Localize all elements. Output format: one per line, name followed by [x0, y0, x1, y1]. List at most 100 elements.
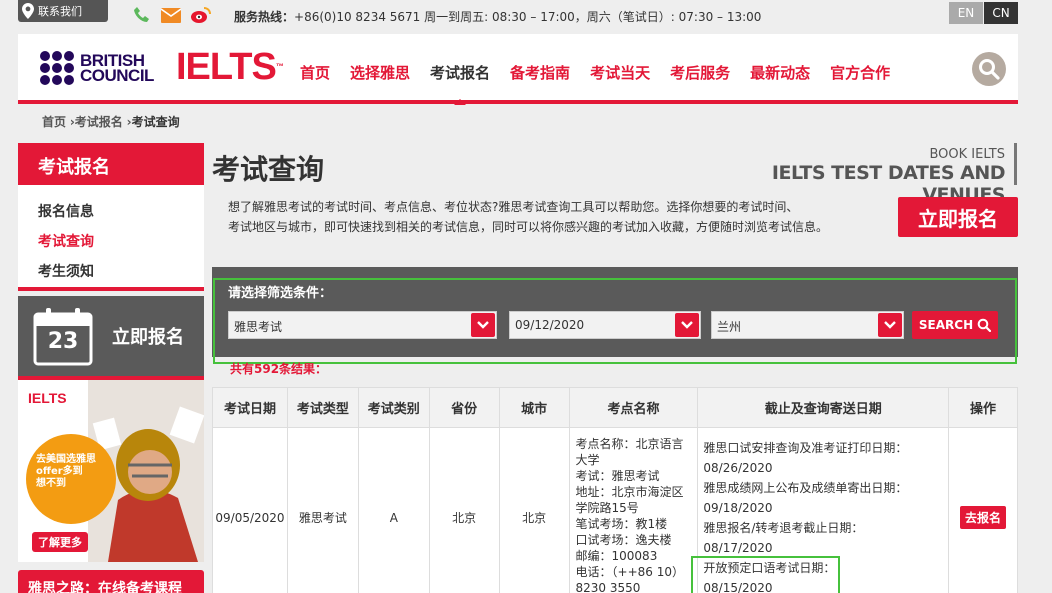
bc-logo-line2: COUNCIL: [80, 66, 154, 85]
ielts-logo[interactable]: IELTS™: [176, 46, 284, 88]
column-header: 截止及查询寄送日期: [697, 387, 950, 428]
deadline-label: 雅思口试安排查询及准考证打印日期：: [703, 441, 908, 455]
breadcrumb: 首页 ›考试报名 ›考试查询: [42, 113, 180, 130]
cell-action: 去报名: [948, 427, 1018, 593]
intro-line: 考试地区与城市，即可快速找到相关的考试信息，同时可以将你感兴趣的考试加入收藏，方…: [228, 220, 829, 234]
service-hotline: 服务热线：+86(0)10 8234 5671 周一到周五: 08:30 – 1…: [234, 8, 761, 25]
breadcrumb-registration[interactable]: 考试报名: [75, 115, 123, 129]
venue-line: 邮编：100083: [575, 549, 658, 563]
cell-city: 北京: [498, 427, 570, 593]
column-header: 省份: [428, 387, 500, 428]
hotline-text: +86(0)10 8234 5671 周一到周五: 08:30 – 17:00，…: [294, 10, 762, 24]
table-row: 09/05/2020 雅思考试 A 北京 北京 考点名称：北京语言大学 考试：雅…: [212, 427, 1018, 593]
test-date-select[interactable]: 09/12/2020: [509, 311, 701, 339]
search-button[interactable]: SEARCH: [912, 311, 998, 339]
mail-icon[interactable]: [160, 6, 182, 24]
breadcrumb-current: 考试查询: [131, 115, 180, 129]
cell-test-date: 09/05/2020: [212, 427, 288, 593]
cell-province: 北京: [428, 427, 500, 593]
nav-item-partners[interactable]: 官方合作: [830, 62, 890, 83]
intro-line: 想了解雅思考试的考试时间、考点信息、考位状态?雅思考试查询工具可以帮助您。选择你…: [228, 200, 799, 214]
nav-item-home[interactable]: 首页: [300, 62, 330, 83]
ad-slogan-line3: 想不到: [36, 478, 66, 489]
breadcrumb-home[interactable]: 首页: [42, 115, 66, 129]
nav-item-test-day[interactable]: 考试当天: [590, 62, 650, 83]
online-course-banner[interactable]: 雅思之路：在线备考课程: [18, 570, 204, 593]
ad-slogan-line2: offer多到: [36, 466, 83, 477]
sidebar-register-banner[interactable]: 23 立即报名: [18, 296, 204, 380]
intro-text: 想了解雅思考试的考试时间、考点信息、考位状态?雅思考试查询工具可以帮助您。选择你…: [228, 197, 868, 237]
sidebar-item-test-search[interactable]: 考试查询: [18, 233, 204, 263]
deadline-label: 雅思报名/转考退考截止日期：: [703, 521, 864, 535]
nav-item-choose-ielts[interactable]: 选择雅思: [350, 62, 410, 83]
nav-item-registration[interactable]: 考试报名: [430, 62, 490, 105]
highlight-frame: [691, 556, 840, 593]
language-cn-button[interactable]: CN: [984, 2, 1018, 24]
page-title: 考试查询: [212, 153, 325, 186]
top-bar: 联系我们 服务热线：+86(0)10 8234 5671 周一到周五: 08:3…: [0, 0, 1052, 32]
location-pin-icon: [18, 3, 38, 19]
ielts-logo-text: IELTS: [176, 46, 277, 88]
venue-line: 口试考场：逸夫楼: [575, 533, 672, 547]
site-header: BRITISH COUNCIL IELTS™ 首页 选择雅思 考试报名 备考指南…: [18, 34, 1018, 105]
city-select[interactable]: 兰州: [711, 311, 904, 339]
ielts-logo-tm: ™: [275, 62, 284, 71]
language-en-button[interactable]: EN: [949, 2, 983, 24]
weibo-icon[interactable]: [190, 6, 212, 24]
british-council-logo[interactable]: BRITISH COUNCIL: [40, 51, 154, 85]
nav-item-news[interactable]: 最新动态: [750, 62, 810, 83]
sidebar-menu: 报名信息 考试查询 考生须知: [18, 185, 204, 291]
ad-slogan-line1: 去美国选雅思: [36, 454, 96, 465]
calendar-day: 23: [47, 328, 79, 354]
column-header: 考点名称: [568, 387, 699, 428]
book-ielts-subtitle: BOOK IELTS: [929, 147, 1005, 162]
main-nav: 首页 选择雅思 考试报名 备考指南 考试当天 考后服务 最新动态 官方合作: [300, 62, 910, 105]
site-search-button[interactable]: [972, 52, 1006, 86]
nav-item-after-test[interactable]: 考后服务: [670, 62, 730, 83]
chevron-down-icon: [675, 313, 699, 337]
nav-item-prep-guide[interactable]: 备考指南: [510, 62, 570, 83]
sidebar-item-candidate-notice[interactable]: 考生须知: [18, 263, 204, 293]
chevron-down-icon: [471, 313, 495, 337]
promo-ad-banner[interactable]: IELTS 去美国选雅思 offer多到 想不到 了解更多: [18, 380, 204, 562]
column-header: 城市: [498, 387, 570, 428]
exam-type-select[interactable]: 雅思考试: [228, 311, 497, 339]
column-header: 考试类型: [286, 387, 359, 428]
deadline-label: 雅思成绩网上公布及成绩单寄出日期：: [703, 481, 908, 495]
ad-learn-more-button[interactable]: 了解更多: [32, 532, 88, 552]
phone-icon[interactable]: [131, 6, 153, 24]
results-table: 考试日期 考试类型 考试类别 省份 城市 考点名称 截止及查询寄送日期 操作 0…: [212, 387, 1018, 593]
contact-us-label: 联系我们: [38, 5, 82, 18]
sidebar-item-registration-info[interactable]: 报名信息: [18, 203, 204, 233]
column-header: 考试日期: [212, 387, 288, 428]
filter-label: 请选择筛选条件：: [228, 286, 333, 301]
venue-line: 考点名称：北京语言大学: [575, 437, 684, 467]
ad-slogan-circle: 去美国选雅思 offer多到 想不到: [26, 434, 116, 524]
test-date-value: 09/12/2020: [515, 318, 585, 332]
result-count: 共有592条结果：: [230, 362, 328, 376]
contact-us-button[interactable]: 联系我们: [18, 0, 108, 22]
hotline-label: 服务热线：: [234, 10, 295, 24]
sidebar-register-label: 立即报名: [112, 327, 184, 348]
venue-line: 地址：北京市海淀区学院路15号: [575, 485, 684, 515]
sidebar-title: 考试报名: [18, 143, 204, 185]
deadline-date: 08/17/2020: [703, 541, 773, 555]
city-value: 兰州: [717, 320, 742, 334]
ad-ielts-logo: IELTS: [28, 390, 67, 406]
column-header: 操作: [948, 387, 1018, 428]
search-button-label: SEARCH: [918, 318, 974, 332]
search-icon: [977, 318, 992, 332]
exam-type-value: 雅思考试: [234, 320, 283, 334]
cell-venue: 考点名称：北京语言大学 考试：雅思考试 地址：北京市海淀区学院路15号 笔试考场…: [568, 427, 699, 593]
register-now-button[interactable]: 立即报名: [898, 197, 1018, 237]
deadline-date: 09/18/2020: [703, 501, 773, 515]
apply-button[interactable]: 去报名: [960, 506, 1007, 529]
chevron-down-icon: [878, 313, 902, 337]
heading-accent-bar: [1014, 143, 1017, 185]
venue-line: 笔试考场：教1楼: [575, 517, 668, 531]
deadline-date: 08/26/2020: [703, 461, 773, 475]
cell-test-type: 雅思考试: [286, 427, 359, 593]
cell-test-category: A: [357, 427, 430, 593]
british-council-dots-icon: [40, 51, 74, 85]
venue-line: 电话：（++86 10）8230 3550: [575, 565, 684, 593]
